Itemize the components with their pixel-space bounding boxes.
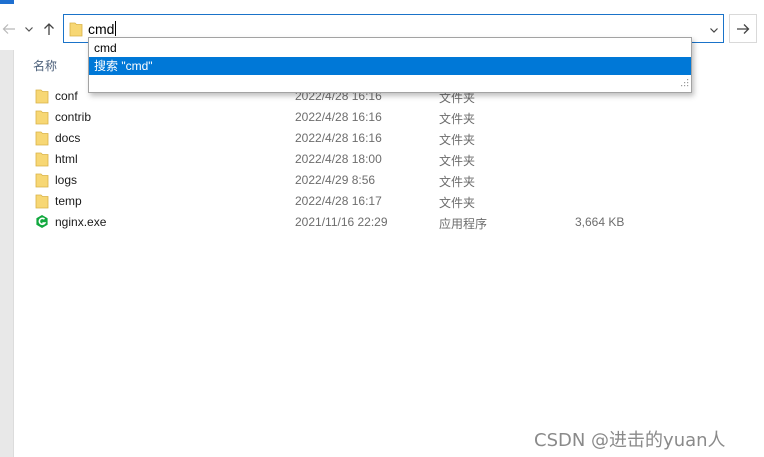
column-header-name[interactable]: 名称 (33, 57, 57, 74)
file-date: 2022/4/28 16:16 (295, 131, 382, 145)
file-date: 2022/4/28 18:00 (295, 152, 382, 166)
file-name[interactable]: contrib (55, 110, 91, 124)
nginx-app-icon (35, 214, 49, 233)
file-type: 应用程序 (439, 217, 488, 231)
suggestion-item[interactable]: cmd (89, 39, 691, 57)
up-button[interactable] (40, 18, 58, 40)
file-row[interactable]: nginx.exe 2021/11/16 22:29 应用程序 3,664 KB (35, 212, 635, 233)
folder-icon (35, 193, 49, 212)
file-date: 2022/4/28 16:17 (295, 194, 382, 208)
window-top-strip (0, 0, 764, 4)
file-date: 2022/4/28 16:16 (295, 110, 382, 124)
active-accent (0, 0, 14, 4)
address-history-button[interactable] (709, 23, 719, 37)
file-date: 2021/11/16 22:29 (295, 215, 388, 229)
folder-icon (69, 21, 83, 40)
recent-locations-button[interactable] (20, 18, 38, 40)
arrow-left-icon (2, 24, 15, 34)
file-name[interactable]: conf (55, 89, 78, 103)
file-type: 文件夹 (439, 112, 476, 126)
file-row[interactable]: logs 2022/4/29 8:56 文件夹 (35, 170, 635, 191)
chevron-down-icon (710, 28, 718, 33)
resize-grip-icon[interactable] (681, 76, 689, 90)
text-caret (115, 21, 117, 36)
file-type: 文件夹 (439, 196, 476, 210)
file-row[interactable]: temp 2022/4/28 16:17 文件夹 (35, 191, 635, 212)
folder-icon (35, 151, 49, 170)
watermark: CSDN @进击的yuan人 (534, 430, 726, 451)
file-date: 2022/4/29 8:56 (295, 173, 376, 187)
suggestion-item-selected[interactable]: 搜索 "cmd" (89, 57, 691, 75)
address-input[interactable]: cmd (88, 21, 117, 37)
folder-icon (35, 109, 49, 128)
file-size: 3,664 KB (575, 215, 625, 229)
folder-icon (35, 172, 49, 191)
file-type: 文件夹 (439, 133, 476, 147)
file-name[interactable]: html (55, 152, 78, 166)
file-name[interactable]: logs (55, 173, 77, 187)
autocomplete-dropdown: cmd 搜索 "cmd" (88, 37, 692, 93)
file-name[interactable]: temp (55, 194, 82, 208)
file-row[interactable]: html 2022/4/28 18:00 文件夹 (35, 149, 635, 170)
folder-icon (35, 88, 49, 107)
file-type: 文件夹 (439, 175, 476, 189)
file-type: 文件夹 (439, 154, 476, 168)
folder-icon (35, 130, 49, 149)
chevron-down-icon (25, 27, 33, 32)
arrow-right-icon (737, 23, 750, 34)
file-row[interactable]: docs 2022/4/28 16:16 文件夹 (35, 128, 635, 149)
navigation-pane[interactable] (0, 50, 14, 457)
arrow-up-icon (44, 23, 54, 35)
file-list: conf 2022/4/28 16:16 文件夹 contrib 2022/4/… (35, 86, 675, 233)
go-button[interactable] (729, 14, 757, 43)
file-row[interactable]: contrib 2022/4/28 16:16 文件夹 (35, 107, 635, 128)
file-name[interactable]: docs (55, 131, 80, 145)
file-name[interactable]: nginx.exe (55, 215, 106, 229)
back-button[interactable] (0, 18, 18, 40)
